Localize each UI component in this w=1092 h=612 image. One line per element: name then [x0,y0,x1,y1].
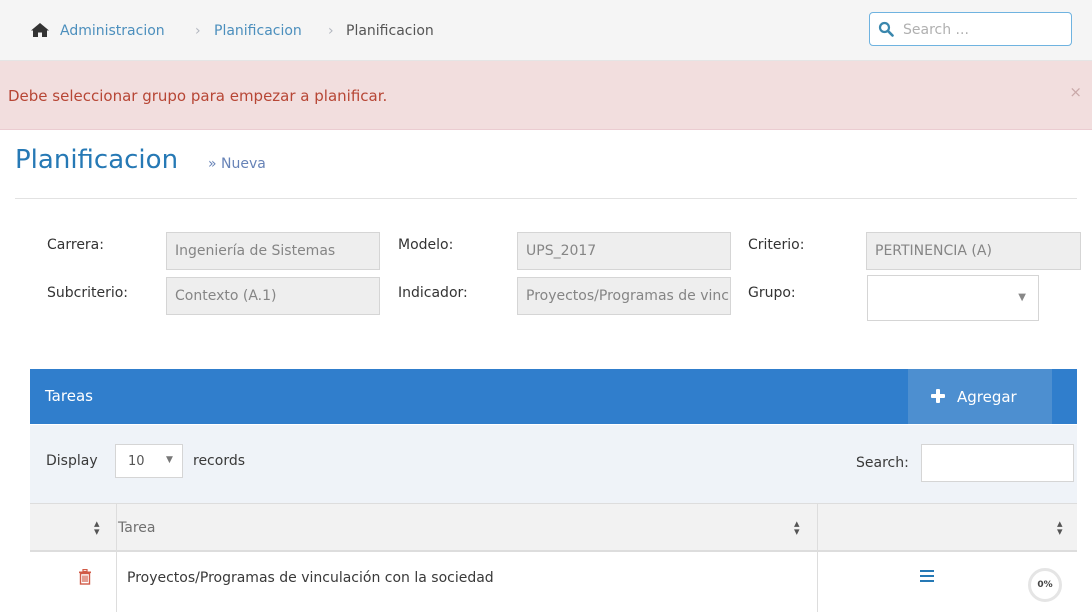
column-divider [817,552,818,612]
tasks-widget-title: Tareas [45,387,93,405]
carrera-field: Ingeniería de Sistemas [166,232,380,270]
table-search-input[interactable] [921,444,1074,482]
records-length-value: 10 [128,454,145,469]
tasks-widget-header: Tareas Agregar [30,369,1077,424]
grupo-label: Grupo: [748,285,796,301]
breadcrumb-administracion[interactable]: Administracion [60,22,165,40]
column-divider [116,504,117,550]
alert-danger: Debe seleccionar grupo para empezar a pl… [0,61,1092,130]
modelo-label: Modelo: [398,237,454,253]
close-icon[interactable]: × [1069,83,1082,101]
column-header-tarea[interactable]: Tarea [118,519,155,537]
grupo-select[interactable]: ▼ [867,275,1039,321]
records-label: records [193,453,246,469]
search-placeholder: Search ... [903,22,969,38]
indicador-label: Indicador: [398,285,468,301]
search-input[interactable]: Search ... [869,12,1072,46]
home-icon[interactable] [30,22,50,38]
subcriterio-label: Subcriterio: [47,285,129,301]
criterio-label: Criterio: [748,237,805,253]
breadcrumb-separator: › [195,23,201,39]
column-divider [116,552,117,612]
add-task-label: Agregar [957,388,1017,406]
breadcrumb-planificacion[interactable]: Planificacion [214,22,302,40]
sort-icon[interactable]: ▴ ▾ [794,518,800,537]
table-row: Proyectos/Programas de vinculación con l… [30,552,1077,612]
task-name: Proyectos/Programas de vinculación con l… [127,570,494,586]
add-task-button[interactable]: Agregar [908,369,1052,424]
progress-indicator: 0% [1028,568,1062,602]
chevron-down-icon: ▼ [1018,292,1026,303]
trash-icon[interactable] [78,569,92,585]
carrera-label: Carrera: [47,237,104,253]
breadcrumb-separator: › [328,23,334,39]
page-title: Planificacion [15,145,179,175]
column-divider [817,504,818,550]
header-divider [15,198,1077,199]
display-label: Display [46,453,98,469]
search-icon [878,21,894,37]
sort-icon[interactable]: ▴ ▾ [1057,518,1063,537]
table-toolbar: Display 10 ▼ records Search: [30,425,1077,504]
plus-icon [931,389,945,403]
sort-icon[interactable]: ▴ ▾ [94,518,100,537]
alert-message: Debe seleccionar grupo para empezar a pl… [8,87,388,105]
progress-percent: 0% [1037,580,1053,590]
menu-icon[interactable] [920,570,934,582]
page-subtitle: » Nueva [208,156,266,172]
chevron-down-icon: ▼ [166,455,173,465]
indicador-field: Proyectos/Programas de vinculación con l… [517,277,731,315]
criterio-field: PERTINENCIA (A) [866,232,1081,270]
breadcrumb-bar: Administracion › Planificacion › Planifi… [0,0,1092,61]
modelo-field: UPS_2017 [517,232,731,270]
records-length-select[interactable]: 10 ▼ [115,444,183,478]
table-search-label: Search: [856,455,909,471]
breadcrumb-current: Planificacion [346,23,434,39]
subcriterio-field: Contexto (A.1) [166,277,380,315]
table-header: ▴ ▾ Tarea ▴ ▾ ▴ ▾ [30,504,1077,552]
